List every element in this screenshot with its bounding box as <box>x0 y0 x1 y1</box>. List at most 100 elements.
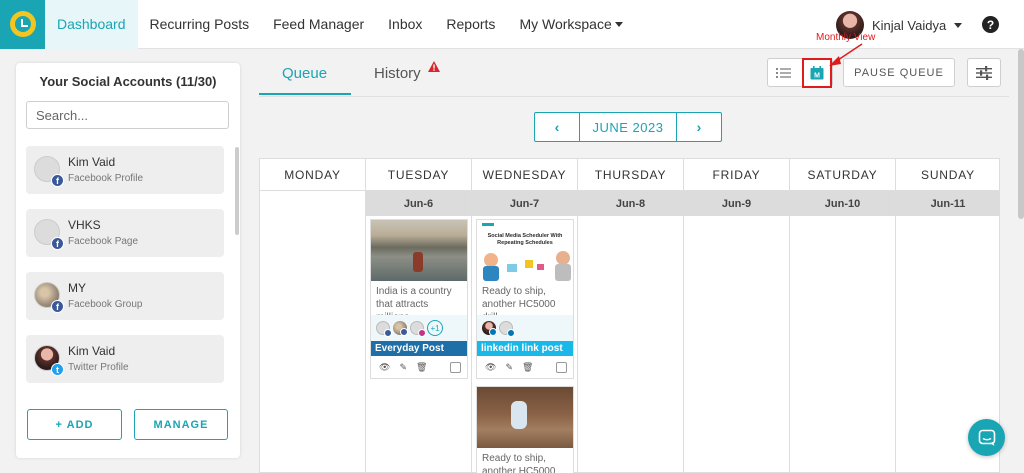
linkedin-icon <box>489 328 497 336</box>
sliders-icon <box>976 65 992 80</box>
account-type: Twitter Profile <box>68 362 129 373</box>
more-accounts-badge[interactable]: +1 <box>427 320 443 336</box>
month-navigator: ‹ JUNE 2023 › <box>534 112 722 142</box>
post-actions: 👁 ✎ 🗑 <box>477 356 573 378</box>
list-icon <box>776 67 791 78</box>
account-type: Facebook Page <box>68 236 139 247</box>
prev-month-button[interactable]: ‹ <box>535 113 579 141</box>
post-select-checkbox[interactable] <box>450 361 462 373</box>
day-column-monday[interactable]: MONDAY <box>260 159 366 473</box>
day-date: Jun-8 <box>578 191 683 216</box>
account-name: Kim Vaid <box>68 155 116 169</box>
nav-my-workspace-label: My Workspace <box>519 16 612 32</box>
post-text: Ready to ship, another HC5000 drill <box>482 286 556 315</box>
tab-queue[interactable]: Queue <box>282 65 327 82</box>
account-name: VHKS <box>68 218 101 232</box>
account-avatar <box>410 321 426 337</box>
current-month-label[interactable]: JUNE 2023 <box>579 113 677 141</box>
day-header: SUNDAY <box>896 159 1000 191</box>
pause-queue-button[interactable]: PAUSE QUEUE <box>843 58 955 87</box>
banner-graphic: Social Media Scheduler With Repeating Sc… <box>477 220 573 281</box>
day-column-saturday[interactable]: SATURDAY Jun-10 <box>790 159 896 473</box>
nav-my-workspace[interactable]: My Workspace <box>507 0 634 49</box>
account-avatar <box>499 321 515 337</box>
manage-accounts-button[interactable]: MANAGE <box>134 409 228 440</box>
day-header: FRIDAY <box>684 159 789 191</box>
eye-icon[interactable]: 👁 <box>485 362 496 373</box>
weekly-calendar: MONDAY TUESDAY Jun-6 India is a country … <box>259 158 1000 473</box>
day-column-friday[interactable]: FRIDAY Jun-9 <box>684 159 790 473</box>
day-date: Jun-10 <box>790 191 895 216</box>
day-header: WEDNESDAY <box>472 159 577 191</box>
settings-button[interactable] <box>967 58 1001 87</box>
nav-dashboard[interactable]: Dashboard <box>45 0 138 49</box>
facebook-icon: f <box>51 300 64 313</box>
instagram-icon <box>418 329 426 337</box>
day-date: Jun-7 <box>472 191 577 216</box>
day-date: Jun-11 <box>896 191 1000 216</box>
nav-feed-manager[interactable]: Feed Manager <box>261 0 376 49</box>
linkedin-icon <box>507 329 515 337</box>
account-avatar <box>482 321 497 336</box>
chevron-down-icon <box>954 22 963 28</box>
user-name: Kinjal Vaidya <box>872 17 947 33</box>
day-date: Jun-9 <box>684 191 789 216</box>
post-actions: 👁 ✎ 🗑 <box>371 356 467 378</box>
next-month-button[interactable]: › <box>677 113 721 141</box>
account-name: Kim Vaid <box>68 344 116 358</box>
post-accounts: +1 <box>371 315 467 341</box>
account-item[interactable]: t Kim Vaid Twitter Profile <box>26 335 224 383</box>
scheduled-post-card[interactable]: Ready to ship, another HC5000 drill <box>476 386 574 473</box>
post-text: India is a country that attracts million… <box>376 286 452 315</box>
account-item[interactable]: f MY Facebook Group <box>26 272 224 320</box>
add-account-button[interactable]: + ADD <box>27 409 122 440</box>
account-avatar <box>393 321 408 336</box>
post-category-tag: Everyday Post <box>371 341 467 356</box>
trash-icon[interactable]: 🗑 <box>522 362 533 373</box>
help-icon[interactable]: ? <box>982 16 999 33</box>
day-column-thursday[interactable]: THURSDAY Jun-8 <box>578 159 684 473</box>
day-header: MONDAY <box>260 159 365 191</box>
nav-inbox[interactable]: Inbox <box>376 0 434 49</box>
post-image <box>477 387 573 448</box>
account-type: Facebook Group <box>68 299 143 310</box>
day-header: SATURDAY <box>790 159 895 191</box>
day-column-wednesday[interactable]: WEDNESDAY Jun-7 Social Media Scheduler W… <box>472 159 578 473</box>
facebook-icon <box>384 329 392 337</box>
chevron-down-icon <box>614 21 623 27</box>
account-item[interactable]: f Kim Vaid Facebook Profile <box>26 146 224 194</box>
page-scrollbar[interactable] <box>1018 49 1024 219</box>
tab-history[interactable]: History <box>374 65 421 82</box>
day-column-tuesday[interactable]: TUESDAY Jun-6 India is a country that at… <box>366 159 472 473</box>
account-avatar <box>376 321 392 337</box>
post-text: Ready to ship, another HC5000 drill <box>482 453 556 473</box>
post-image <box>371 220 467 281</box>
facebook-icon: f <box>51 237 64 250</box>
list-view-button[interactable] <box>768 59 800 86</box>
nav-reports[interactable]: Reports <box>434 0 507 49</box>
trash-icon[interactable]: 🗑 <box>416 362 427 373</box>
search-input[interactable] <box>26 101 229 129</box>
account-item[interactable]: f VHKS Facebook Page <box>26 209 224 257</box>
banner-line1: Social Media Scheduler With <box>488 233 563 239</box>
chat-button[interactable] <box>968 419 1005 456</box>
warning-icon <box>428 61 440 72</box>
eye-icon[interactable]: 👁 <box>379 362 390 373</box>
post-accounts <box>477 315 573 341</box>
scheduled-post-card[interactable]: Social Media Scheduler With Repeating Sc… <box>476 219 574 379</box>
active-tab-indicator <box>259 93 351 95</box>
nav-recurring-posts[interactable]: Recurring Posts <box>138 0 262 49</box>
post-category-tag: linkedin link post <box>477 341 573 356</box>
edit-icon[interactable]: ✎ <box>505 362 513 373</box>
sidebar-scrollbar[interactable] <box>235 147 239 235</box>
edit-icon[interactable]: ✎ <box>399 362 407 373</box>
twitter-icon: t <box>51 363 64 376</box>
clock-logo-icon <box>9 11 36 37</box>
day-header: TUESDAY <box>366 159 471 191</box>
banner-line2: Repeating Schedules <box>497 240 553 246</box>
social-accounts-panel: Your Social Accounts (11/30) f Kim Vaid … <box>16 63 240 458</box>
facebook-icon: f <box>51 174 64 187</box>
post-select-checkbox[interactable] <box>556 361 568 373</box>
scheduled-post-card[interactable]: India is a country that attracts million… <box>370 219 468 379</box>
app-logo[interactable] <box>0 0 45 49</box>
